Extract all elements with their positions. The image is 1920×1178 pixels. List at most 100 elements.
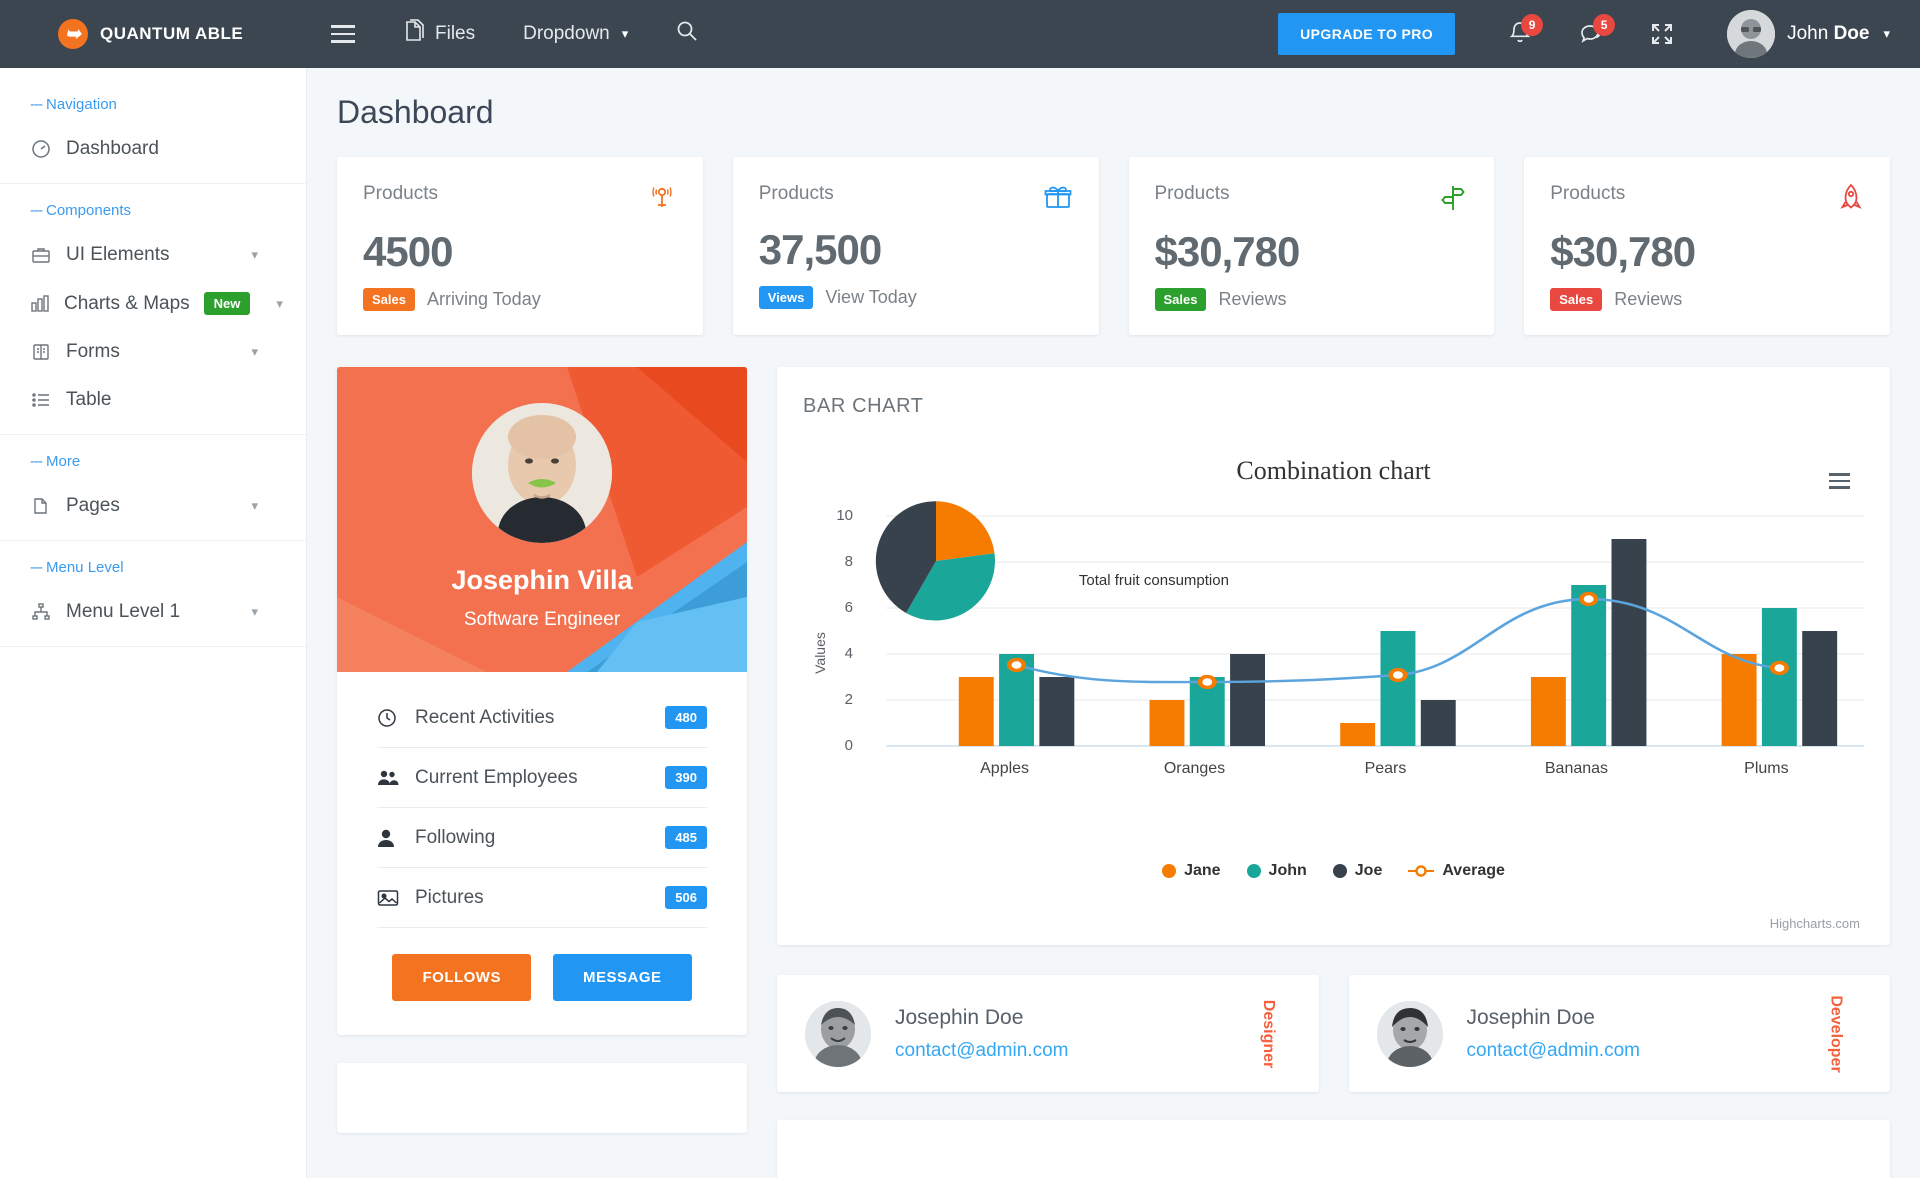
speedometer-icon (30, 139, 52, 159)
profile-role: Software Engineer (463, 609, 621, 630)
signpost-icon (1438, 183, 1468, 218)
list-item[interactable]: Pictures 506 (377, 868, 707, 928)
x-tick-label: Pears (1364, 760, 1407, 777)
brand-logo-area[interactable]: ➥ QUANTUM ABLE (0, 0, 307, 68)
list-item[interactable]: Current Employees 390 (377, 748, 707, 808)
fullscreen-button[interactable] (1627, 21, 1697, 47)
navbar-right-items: UPGRADE TO PRO 9 5 John Doe ▾ (1278, 10, 1920, 58)
group-icon (377, 769, 399, 787)
stat-value: $30,780 (1550, 228, 1696, 275)
list-item-label: Following (415, 826, 496, 848)
profile-name: Josephin Villa (451, 565, 633, 595)
chart-credits[interactable]: Highcharts.com (1770, 916, 1860, 931)
clock-icon (377, 708, 399, 728)
stat-subtext: Reviews (1614, 289, 1683, 309)
stat-value: $30,780 (1154, 228, 1301, 275)
legend-item-joe[interactable]: Joe (1332, 862, 1383, 880)
left-bottom-strip (337, 1063, 747, 1133)
sidebar-caption-more: --- More (30, 435, 276, 482)
nav-item-dropdown[interactable]: Dropdown ▾ (499, 0, 652, 68)
contact-email[interactable]: contact@admin.com (1467, 1040, 1640, 1062)
sidebar-caption-label: Navigation (46, 96, 117, 113)
navbar-left-items: Files Dropdown ▾ (307, 0, 722, 68)
page-layout: --- Navigation Dashboard --- Components (0, 68, 1920, 1178)
contact-card[interactable]: Josephin Doe contact@admin.com Developer (1348, 975, 1890, 1092)
legend-color-swatch (1246, 864, 1261, 878)
profile-avatar (472, 403, 612, 543)
sidebar-item-pages[interactable]: Pages ▾ (30, 482, 306, 530)
stat-card[interactable]: Products $30,780 Sales Reviews (1524, 157, 1890, 335)
sidebar-caption-label: More (46, 453, 81, 470)
chevron-down-icon: ▾ (251, 604, 258, 619)
message-count-badge: 5 (1593, 14, 1616, 36)
x-tick-label: Plums (1744, 760, 1789, 777)
chevron-down-icon: ▾ (251, 344, 258, 359)
stat-card-bottom: Sales Reviews (1550, 288, 1864, 311)
stat-label: Products (1154, 183, 1230, 204)
legend-item-jane[interactable]: Jane (1162, 862, 1221, 880)
stat-value: 4500 (363, 228, 453, 275)
chevron-down-icon: ▾ (251, 247, 258, 262)
contact-info: Josephin Doe contact@admin.com (1467, 1006, 1640, 1062)
messages-button[interactable]: 5 (1555, 14, 1627, 48)
profile-action-buttons: FOLLOWS MESSAGE (337, 928, 747, 1035)
files-icon (403, 19, 425, 49)
main-row: Josephin Villa Software Engineer Recent … (337, 367, 1890, 1178)
rocket-icon (1838, 183, 1864, 218)
sidebar-group-menu-level: --- Menu Level Menu Level 1 ▾ (0, 541, 306, 647)
sidebar-item-menu-level-1[interactable]: Menu Level 1 ▾ (30, 588, 306, 636)
nav-search-button[interactable] (652, 0, 722, 68)
chart-context-menu-button[interactable] (1829, 473, 1850, 489)
list-item[interactable]: Following 485 (377, 808, 707, 868)
caption-dashes: --- (30, 202, 43, 219)
legend-label: Joe (1354, 862, 1383, 879)
gift-icon (1043, 183, 1073, 216)
contact-name: Josephin Doe (895, 1005, 1024, 1029)
chevron-down-icon: ▾ (1883, 26, 1890, 41)
sitemap-icon (30, 602, 52, 622)
follows-button[interactable]: FOLLOWS (392, 954, 531, 1001)
status-badge: Views (758, 286, 814, 309)
sidebar-caption-navigation: --- Navigation (30, 78, 276, 125)
stat-card-bottom: Sales Arriving Today (363, 288, 677, 311)
sidebar-item-table[interactable]: Table (30, 376, 306, 424)
notifications-button[interactable]: 9 (1485, 14, 1555, 48)
contact-info: Josephin Doe contact@admin.com (895, 1006, 1068, 1062)
legend-label: Jane (1184, 862, 1221, 879)
list-item-count: 485 (665, 826, 707, 849)
chart-card-heading: BAR CHART (803, 395, 924, 417)
chevron-down-icon: ▾ (251, 498, 258, 513)
caption-dashes: --- (30, 559, 43, 576)
stat-card[interactable]: Products $30,780 Sales Reviews (1128, 157, 1495, 335)
contact-email[interactable]: contact@admin.com (895, 1040, 1068, 1062)
message-button[interactable]: MESSAGE (552, 954, 692, 1001)
list-item-label: Recent Activities (415, 706, 555, 728)
sidebar-item-dashboard[interactable]: Dashboard (30, 125, 306, 173)
upgrade-to-pro-button[interactable]: UPGRADE TO PRO (1278, 13, 1456, 55)
sidebar-item-ui-elements[interactable]: UI Elements ▾ (30, 231, 306, 279)
page-title: Dashboard (337, 94, 494, 130)
user-first-name: John (1787, 23, 1829, 44)
y-tick-label: 4 (844, 645, 853, 662)
avatar (805, 1000, 871, 1067)
sidebar-group-more: --- More Pages ▾ (0, 435, 306, 541)
legend-item-john[interactable]: John (1246, 862, 1307, 880)
stat-card[interactable]: Products 4500 Sales Arriving Today (337, 157, 703, 335)
sidebar-item-charts-maps[interactable]: Charts & Maps New ▾ (30, 279, 306, 328)
contact-card[interactable]: Josephin Doe contact@admin.com Designer (777, 975, 1319, 1092)
sidebar-group-navigation: --- Navigation Dashboard (0, 78, 306, 184)
nav-files-label: Files (435, 23, 476, 44)
menu-toggle-button[interactable] (307, 0, 379, 68)
bar-chart-icon (30, 294, 50, 314)
legend-item-average[interactable]: Average (1408, 862, 1505, 880)
user-menu[interactable]: John Doe ▾ (1697, 10, 1890, 58)
image-icon (377, 889, 399, 907)
stat-card[interactable]: Products 37,500 Views View Today (732, 157, 1099, 335)
y-tick-label: 6 (844, 599, 853, 616)
profile-card: Josephin Villa Software Engineer Recent … (337, 367, 747, 1035)
list-item[interactable]: Recent Activities 480 (377, 688, 707, 748)
list-item-label: Pictures (415, 886, 484, 908)
sidebar-group-components: --- Components UI Elements ▾ Charts & Ma… (0, 184, 306, 435)
sidebar-item-forms[interactable]: Forms ▾ (30, 328, 306, 376)
nav-item-files[interactable]: Files (379, 0, 499, 68)
